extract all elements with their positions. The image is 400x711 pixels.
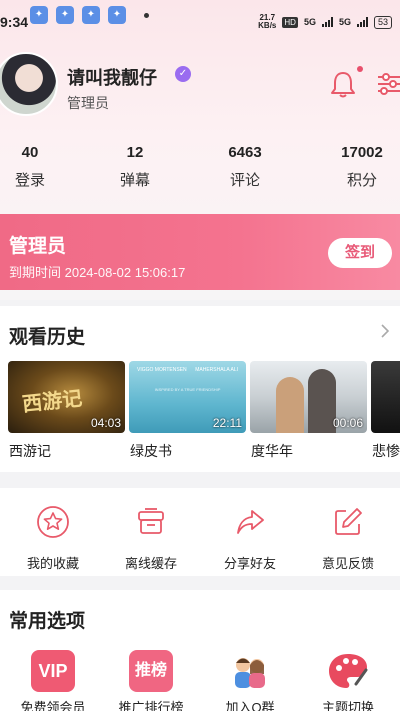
section-title: 观看历史 <box>9 327 86 348</box>
thumbnail-credits: VIGGO MORTENSEN MAHERSHALA ALI <box>137 367 238 373</box>
username[interactable]: 请叫我靓仔 <box>67 64 157 90</box>
video-title[interactable]: 绿皮书 <box>130 441 172 461</box>
thumbnail-tagline: INSPIRED BY A TRUE FRIENDSHIP <box>154 387 221 392</box>
option-label: 加入Q群 <box>225 700 275 711</box>
history-thumbnail[interactable]: VIGGO MORTENSEN MAHERSHALA ALI INSPIRED B… <box>129 361 246 433</box>
stat-value: 17002 <box>341 144 383 161</box>
common-options-section: 常用选项 VIP 免费领会员 推榜 推广排行榜 加入Q群 主题切换 <box>0 590 400 711</box>
chevron-right-icon[interactable] <box>380 324 390 338</box>
thumbnail-figure <box>276 377 304 433</box>
notification-dot <box>357 66 363 72</box>
palette-icon <box>329 654 368 688</box>
video-duration: 04:03 <box>90 416 121 430</box>
join-qq-group-button[interactable]: 加入Q群 <box>210 650 290 711</box>
stat-value: 12 <box>126 144 144 161</box>
history-thumbnail[interactable]: 西游记 04:03 <box>8 361 125 433</box>
free-vip-button[interactable]: VIP 免费领会员 <box>13 650 93 711</box>
stat-value: 6463 <box>228 144 262 161</box>
share-button[interactable]: 分享好友 <box>210 504 290 572</box>
watch-history-section: 观看历史 西游记 04:03 VIGGO MORTENSEN MAHERSHALA… <box>0 306 400 472</box>
battery-icon: 53 <box>373 15 392 29</box>
stat-danmaku[interactable]: 12 弹幕 <box>100 144 170 190</box>
stat-label: 弹幕 <box>119 172 150 189</box>
status-time: 9:34 <box>0 14 29 30</box>
notification-icons: ✦ ✦ ✦ ✦ <box>30 6 126 24</box>
stat-comments[interactable]: 6463 评论 <box>210 144 280 190</box>
more-notifications-dot <box>144 13 149 18</box>
favorites-button[interactable]: 我的收藏 <box>13 504 93 572</box>
video-duration: 00:06 <box>332 416 363 430</box>
status-right: 21.7 KB/s HD 5G 5G 53 <box>258 14 392 30</box>
video-title[interactable]: 西游记 <box>9 441 51 461</box>
stat-label: 登录 <box>14 172 45 189</box>
signal-bars-icon <box>321 17 333 27</box>
ranking-icon: 推榜 <box>129 650 173 692</box>
video-title[interactable]: 悲惨 <box>372 441 400 461</box>
stat-label: 评论 <box>229 172 260 189</box>
edit-note-icon <box>335 508 362 535</box>
promotion-ranking-button[interactable]: 推榜 推广排行榜 <box>111 650 191 711</box>
share-arrow-icon <box>237 510 264 534</box>
action-label: 分享好友 <box>223 556 276 571</box>
video-title[interactable]: 度华年 <box>251 441 293 461</box>
thumbnail-figure <box>308 369 336 433</box>
settings-sliders-icon[interactable] <box>378 72 400 96</box>
option-label: 免费领会员 <box>20 700 86 711</box>
network-speed: 21.7 KB/s <box>258 13 277 30</box>
offline-cache-button[interactable]: 离线缓存 <box>111 504 191 572</box>
app-notification-icon: ✦ <box>56 6 74 24</box>
action-label: 意见反馈 <box>321 556 374 571</box>
thumbnail-title-art: 西游记 <box>21 385 84 417</box>
signal-bars-icon <box>356 17 368 27</box>
status-bar: 9:34 ✦ ✦ ✦ ✦ 21.7 KB/s HD 5G 5G 53 <box>0 0 400 34</box>
app-notification-icon: ✦ <box>30 6 48 24</box>
stat-label: 积分 <box>346 172 377 189</box>
user-role: 管理员 <box>67 95 109 111</box>
checkin-button[interactable]: 签到 <box>328 238 392 268</box>
app-notification-icon: ✦ <box>108 6 126 24</box>
stat-points[interactable]: 17002 积分 <box>327 144 397 190</box>
section-title: 常用选项 <box>9 611 86 632</box>
option-label: 推广排行榜 <box>118 700 184 711</box>
option-label: 主题切换 <box>321 700 374 711</box>
hd-voice-badge: HD <box>282 16 298 28</box>
stat-logins[interactable]: 40 登录 <box>0 144 65 190</box>
video-duration: 22:11 <box>212 416 242 430</box>
membership-title: 管理员 <box>9 236 67 257</box>
feedback-button[interactable]: 意见反馈 <box>308 504 388 572</box>
history-thumbnail[interactable] <box>371 361 400 433</box>
download-box-icon <box>138 508 164 534</box>
group-people-icon <box>235 658 265 688</box>
stat-value: 40 <box>21 144 39 161</box>
app-notification-icon: ✦ <box>82 6 100 24</box>
bell-icon[interactable] <box>330 70 356 98</box>
signal-5g-label: 5G <box>338 17 351 27</box>
vip-icon: VIP <box>31 650 75 692</box>
membership-expire: 到期时间 2024-08-02 15:06:17 <box>9 265 186 280</box>
signal-5g-label: 5G <box>303 17 316 27</box>
star-circle-icon <box>37 506 69 538</box>
history-thumbnail[interactable]: 00:06 <box>250 361 367 433</box>
action-label: 我的收藏 <box>26 556 79 571</box>
theme-switch-button[interactable]: 主题切换 <box>308 650 388 711</box>
action-label: 离线缓存 <box>124 556 177 571</box>
verified-badge-icon: ✓ <box>175 66 191 82</box>
quick-actions: 我的收藏 离线缓存 分享好友 意见反馈 <box>0 488 400 576</box>
